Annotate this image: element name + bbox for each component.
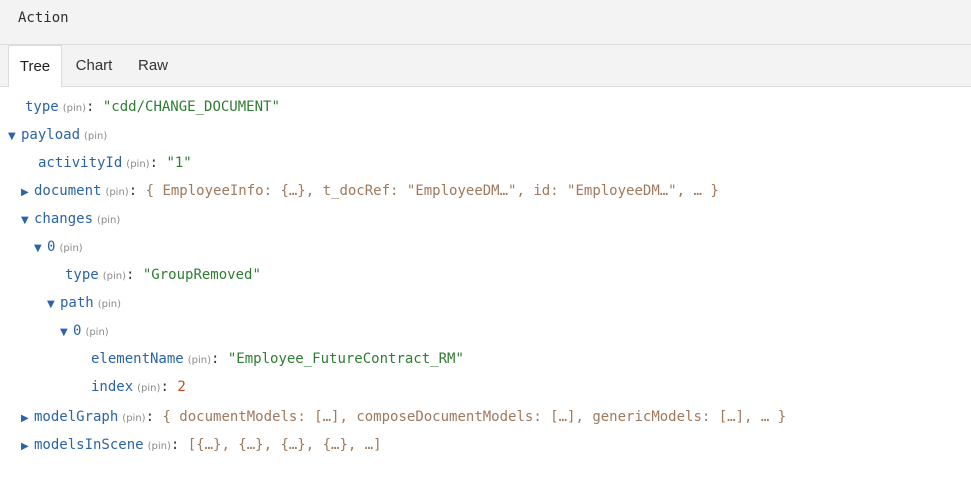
tree-key[interactable]: changes xyxy=(34,211,93,227)
pin-button[interactable]: (pin) xyxy=(137,383,160,394)
tree-value: "GroupRemoved" xyxy=(142,267,261,283)
pin-button[interactable]: (pin) xyxy=(148,441,171,452)
tree-key[interactable]: type xyxy=(25,99,59,115)
tree-row-path-0[interactable]: ▼ 0 (pin) xyxy=(60,317,109,345)
tree-key[interactable]: index xyxy=(91,379,133,395)
tree-key[interactable]: activityId xyxy=(38,155,122,171)
pin-button[interactable]: (pin) xyxy=(188,355,211,366)
tree-preview: { documentModels: […], composeDocumentMo… xyxy=(162,409,787,425)
tree-key[interactable]: 0 xyxy=(47,239,55,255)
colon: : xyxy=(149,155,159,171)
tree-key[interactable]: elementName xyxy=(91,351,184,367)
tree-row-modelgraph[interactable]: ▶ modelGraph (pin): { documentModels: […],… xyxy=(21,403,786,431)
tab-bar: Tree Chart Raw xyxy=(0,45,971,88)
tree-key[interactable]: document xyxy=(34,183,101,199)
tab-tree[interactable]: Tree xyxy=(8,45,62,88)
pin-button[interactable]: (pin) xyxy=(85,327,108,338)
tree-row-changes-0[interactable]: ▼ 0 (pin) xyxy=(34,233,83,261)
pin-button[interactable]: (pin) xyxy=(63,103,86,114)
tree-row-change-type: type (pin): "GroupRemoved" xyxy=(65,261,261,289)
tree-value: 2 xyxy=(177,379,186,395)
tab-chart[interactable]: Chart xyxy=(65,45,123,87)
tree-row-index: index (pin): 2 xyxy=(91,373,186,401)
colon: : xyxy=(86,99,95,115)
tree-row-activityid: activityId (pin): "1" xyxy=(38,149,192,177)
tree-row-changes[interactable]: ▼ changes (pin) xyxy=(21,205,120,233)
tree-key[interactable]: modelGraph xyxy=(34,409,118,425)
pin-button[interactable]: (pin) xyxy=(105,187,128,198)
tree-row-type: type (pin): "cdd/CHANGE_DOCUMENT" xyxy=(25,93,280,121)
pin-button[interactable]: (pin) xyxy=(103,271,126,282)
colon: : xyxy=(211,351,220,367)
tree-key[interactable]: modelsInScene xyxy=(34,437,144,453)
tree-row-path[interactable]: ▼ path (pin) xyxy=(47,289,121,317)
colon: : xyxy=(170,437,180,453)
tree-key[interactable]: payload xyxy=(21,127,80,143)
tree-key[interactable]: 0 xyxy=(73,323,81,339)
tree-row-document[interactable]: ▶ document (pin): { EmployeeInfo: {…}, t_d… xyxy=(21,177,719,205)
expand-arrow-icon[interactable]: ▼ xyxy=(8,123,21,151)
tree-row-payload[interactable]: ▼ payload (pin) xyxy=(8,121,107,149)
expand-arrow-icon[interactable]: ▼ xyxy=(60,319,73,347)
json-tree-view: type (pin): "cdd/CHANGE_DOCUMENT" ▼ payloa… xyxy=(0,87,971,483)
colon: : xyxy=(128,183,138,199)
tree-row-elementname: elementName (pin): "Employee_FutureContra… xyxy=(91,345,464,373)
pin-button[interactable]: (pin) xyxy=(126,159,149,170)
panel-header: Action xyxy=(0,0,971,45)
colon: : xyxy=(160,379,169,395)
collapse-arrow-icon[interactable]: ▶ xyxy=(21,179,34,207)
expand-arrow-icon[interactable]: ▼ xyxy=(47,291,60,319)
tree-value: "Employee_FutureContract_RM" xyxy=(227,351,464,367)
tree-preview: { EmployeeInfo: {…}, t_docRef: "Employee… xyxy=(145,183,719,199)
tree-key[interactable]: path xyxy=(60,295,94,311)
expand-arrow-icon[interactable]: ▼ xyxy=(34,235,47,263)
tree-value: "1" xyxy=(166,155,192,171)
collapse-arrow-icon[interactable]: ▶ xyxy=(21,405,34,433)
tab-raw[interactable]: Raw xyxy=(128,45,178,87)
collapse-arrow-icon[interactable]: ▶ xyxy=(21,433,34,461)
tree-value: "cdd/CHANGE_DOCUMENT" xyxy=(102,99,280,115)
pin-button[interactable]: (pin) xyxy=(59,243,82,254)
expand-arrow-icon[interactable]: ▼ xyxy=(21,207,34,235)
panel-title: Action xyxy=(18,10,69,26)
colon: : xyxy=(126,267,135,283)
pin-button[interactable]: (pin) xyxy=(122,413,145,424)
pin-button[interactable]: (pin) xyxy=(97,215,120,226)
pin-button[interactable]: (pin) xyxy=(98,299,121,310)
tree-key[interactable]: type xyxy=(65,267,99,283)
colon: : xyxy=(145,409,155,425)
tree-row-modelsinscene[interactable]: ▶ modelsInScene (pin): [{…}, {…}, {…}, {…}… xyxy=(21,431,382,459)
pin-button[interactable]: (pin) xyxy=(84,131,107,142)
tree-preview: [{…}, {…}, {…}, {…}, …] xyxy=(187,437,382,453)
